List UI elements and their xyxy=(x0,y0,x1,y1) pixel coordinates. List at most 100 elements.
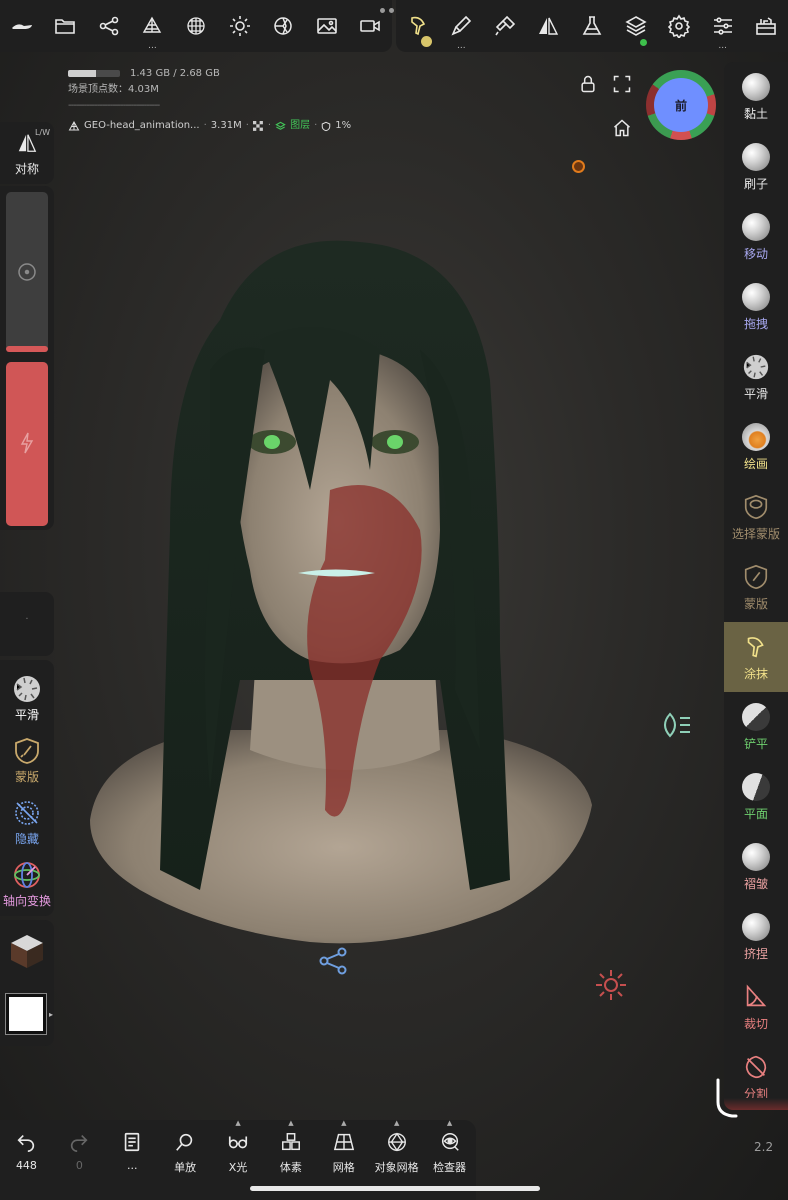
sliders-icon[interactable]: ... xyxy=(701,0,745,52)
tool-label: 刷子 xyxy=(743,177,768,191)
3d-head-model[interactable] xyxy=(60,230,620,960)
object-name: GEO-head_animation... xyxy=(84,120,200,131)
fullscreen-icon[interactable] xyxy=(612,74,632,94)
tool-label: 褶皱 xyxy=(743,877,768,891)
hide-icon xyxy=(15,801,39,825)
radius-slider[interactable] xyxy=(6,192,48,352)
voxel-icon xyxy=(281,1133,300,1151)
separator: · xyxy=(314,120,318,131)
book-icon xyxy=(124,1132,140,1152)
scene-graph-icon[interactable] xyxy=(87,0,131,52)
history-button[interactable]: ... xyxy=(106,1120,159,1200)
pivot-point[interactable] xyxy=(572,160,585,173)
lightning-icon xyxy=(20,432,34,454)
symmetry-button[interactable]: L/W 对称 xyxy=(0,122,54,184)
symmetry-icon[interactable] xyxy=(527,0,571,52)
tool-flatten[interactable]: 铲平 xyxy=(724,692,788,762)
scene-stats: 1.43 GB / 2.68 GB 场景顶点数：4.03M ----------… xyxy=(68,66,351,134)
pinch-icon xyxy=(742,913,770,941)
smudge-tool-icon[interactable] xyxy=(396,0,440,52)
shading-icon[interactable] xyxy=(261,0,305,52)
object-mesh-icon xyxy=(387,1132,406,1152)
layers-small-icon xyxy=(275,121,286,130)
crease-icon xyxy=(742,843,770,871)
reset-view-icon[interactable] xyxy=(612,118,632,138)
isolate-button[interactable]: 单放 xyxy=(159,1120,212,1200)
paint-icon[interactable]: ... xyxy=(440,0,484,52)
tool-paint[interactable]: 绘画 xyxy=(724,412,788,482)
history-label: ... xyxy=(126,1159,138,1172)
grid-icon xyxy=(333,1133,354,1151)
tool-planar[interactable]: 平面 xyxy=(724,762,788,832)
search-icon xyxy=(176,1133,193,1151)
share-icon[interactable] xyxy=(318,946,348,976)
tool-drag[interactable]: 拖拽 xyxy=(724,272,788,342)
tool-move[interactable]: 移动 xyxy=(724,202,788,272)
divider-dashes: ----------------------------------- xyxy=(68,100,160,111)
xray-label: X光 xyxy=(228,1161,248,1174)
scene-light-icon[interactable] xyxy=(592,966,630,1004)
separator: · xyxy=(203,120,207,131)
transform-gizmo-icon xyxy=(14,862,40,888)
left-tool-gizmo[interactable]: 轴向变换 xyxy=(0,854,54,916)
intensity-slider[interactable] xyxy=(6,362,48,526)
background-icon[interactable] xyxy=(305,0,349,52)
light-icon[interactable] xyxy=(218,0,262,52)
undo-button[interactable]: 448 xyxy=(0,1120,53,1200)
settings-icon[interactable] xyxy=(657,0,701,52)
toolbox-icon[interactable] xyxy=(745,0,788,52)
view-gizmo[interactable]: 前 xyxy=(646,70,716,140)
inspector-label: 检查器 xyxy=(433,1161,467,1174)
caret-up-icon: ▲ xyxy=(235,1119,241,1127)
radius-slider-fill xyxy=(6,345,48,352)
home-icon[interactable] xyxy=(0,0,44,52)
home-indicator[interactable] xyxy=(250,1186,540,1191)
tool-clay[interactable]: 黏土 xyxy=(724,62,788,132)
tool-mask[interactable]: 蒙版 xyxy=(724,552,788,622)
folder-icon[interactable] xyxy=(44,0,88,52)
symmetry-label: 对称 xyxy=(14,162,39,176)
isolate-label: 单放 xyxy=(174,1161,197,1174)
flask-icon[interactable] xyxy=(570,0,614,52)
right-tool-panel: 黏土 刷子 移动 拖拽 平滑 绘画 选择蒙版 蒙版 涂抹 铲平 平面 褶皱 挤捏… xyxy=(724,62,788,1110)
select-mask-icon xyxy=(744,494,768,520)
redo-icon xyxy=(71,1134,88,1152)
sphere-grid-icon[interactable] xyxy=(174,0,218,52)
mask-percent: 1% xyxy=(335,120,352,131)
top-toolbar-left: ... xyxy=(0,0,392,52)
headlight-icon[interactable] xyxy=(656,710,694,740)
matcap-cube-icon[interactable] xyxy=(8,932,46,970)
top-toolbar-right: ... ... xyxy=(396,0,788,52)
material-panel: ▸ xyxy=(0,920,54,1046)
lock-icon[interactable] xyxy=(578,74,598,94)
tool-smudge[interactable]: 涂抹 xyxy=(724,622,788,692)
undo-count: 448 xyxy=(15,1159,37,1172)
object-info[interactable]: GEO-head_animation... · 3.31M · · 图层 · 1… xyxy=(68,118,351,134)
left-tool-label: 蒙版 xyxy=(14,770,39,784)
left-tool-mask[interactable]: 蒙版 xyxy=(0,730,54,792)
separator: · xyxy=(245,120,249,131)
tool-label: 铲平 xyxy=(743,737,768,751)
layers-icon[interactable] xyxy=(614,0,658,52)
redo-button[interactable]: 0 xyxy=(53,1120,106,1200)
gizmo-front-face[interactable]: 前 xyxy=(654,78,708,132)
left-tool-hide[interactable]: 隐藏 xyxy=(0,792,54,854)
tool-crease[interactable]: 褶皱 xyxy=(724,832,788,902)
tool-trim[interactable]: 裁切 xyxy=(724,972,788,1042)
tool-pinch[interactable]: 挤捏 xyxy=(724,902,788,972)
left-tool-smooth[interactable]: 平滑 xyxy=(0,668,54,730)
inspector-icon xyxy=(441,1133,459,1151)
tool-smooth[interactable]: 平滑 xyxy=(724,342,788,412)
mesh-icon[interactable]: ... xyxy=(131,0,175,52)
left-tool-label: 平滑 xyxy=(14,708,39,722)
tool-select-mask[interactable]: 选择蒙版 xyxy=(724,482,788,552)
empty-tool-slot[interactable]: · xyxy=(0,592,54,656)
color-swatch[interactable] xyxy=(5,993,47,1035)
vertex-count: 场景顶点数：4.03M xyxy=(68,84,159,95)
separator: · xyxy=(267,120,272,131)
tool-label: 裁切 xyxy=(743,1017,768,1031)
painting-icon[interactable] xyxy=(483,0,527,52)
caret-up-icon: ▲ xyxy=(446,1119,453,1127)
tool-label: 平滑 xyxy=(743,387,768,401)
tool-brush[interactable]: 刷子 xyxy=(724,132,788,202)
